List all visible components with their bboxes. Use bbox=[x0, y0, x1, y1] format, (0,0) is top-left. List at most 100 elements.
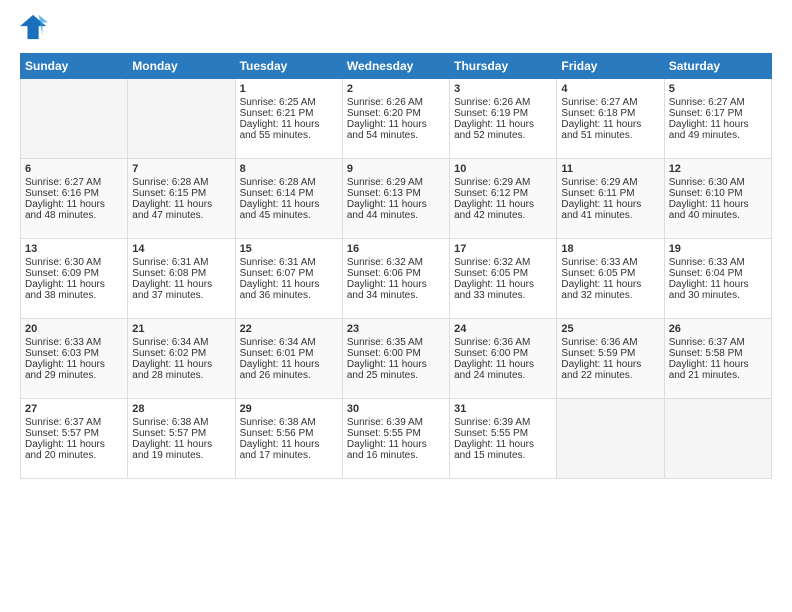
header-row: SundayMondayTuesdayWednesdayThursdayFrid… bbox=[21, 54, 772, 79]
calendar-cell: 6 Sunrise: 6:27 AMSunset: 6:16 PMDaylight… bbox=[21, 159, 128, 239]
day-info: Sunrise: 6:29 AM bbox=[347, 177, 445, 188]
day-info: Daylight: 11 hours and 22 minutes. bbox=[561, 359, 659, 381]
calendar-cell: 19Sunrise: 6:33 AMSunset: 6:04 PMDayligh… bbox=[664, 239, 771, 319]
day-number: 29 bbox=[240, 403, 338, 415]
day-info: Sunrise: 6:27 AM bbox=[25, 177, 123, 188]
day-info: Sunset: 6:16 PM bbox=[25, 188, 123, 199]
day-info: Sunset: 6:13 PM bbox=[347, 188, 445, 199]
day-info: Daylight: 11 hours and 45 minutes. bbox=[240, 199, 338, 221]
calendar-cell: 23Sunrise: 6:35 AMSunset: 6:00 PMDayligh… bbox=[342, 319, 449, 399]
day-info: Sunrise: 6:28 AM bbox=[132, 177, 230, 188]
calendar-cell: 26Sunrise: 6:37 AMSunset: 5:58 PMDayligh… bbox=[664, 319, 771, 399]
day-info: Sunset: 6:11 PM bbox=[561, 188, 659, 199]
day-info: Sunset: 6:12 PM bbox=[454, 188, 552, 199]
calendar-cell: 11Sunrise: 6:29 AMSunset: 6:11 PMDayligh… bbox=[557, 159, 664, 239]
week-row-1: 1Sunrise: 6:25 AMSunset: 6:21 PMDaylight… bbox=[21, 79, 772, 159]
day-info: Daylight: 11 hours and 42 minutes. bbox=[454, 199, 552, 221]
day-info: Sunrise: 6:37 AM bbox=[669, 337, 767, 348]
day-info: Sunset: 6:21 PM bbox=[240, 108, 338, 119]
day-number: 19 bbox=[669, 243, 767, 255]
week-row-5: 27Sunrise: 6:37 AMSunset: 5:57 PMDayligh… bbox=[21, 399, 772, 479]
day-info: Sunset: 6:00 PM bbox=[347, 348, 445, 359]
day-info: Daylight: 11 hours and 38 minutes. bbox=[25, 279, 123, 301]
day-info: Sunrise: 6:29 AM bbox=[454, 177, 552, 188]
day-info: Daylight: 11 hours and 21 minutes. bbox=[669, 359, 767, 381]
calendar-cell: 24Sunrise: 6:36 AMSunset: 6:00 PMDayligh… bbox=[450, 319, 557, 399]
day-info: Sunrise: 6:39 AM bbox=[454, 417, 552, 428]
calendar-cell: 17Sunrise: 6:32 AMSunset: 6:05 PMDayligh… bbox=[450, 239, 557, 319]
day-info: Sunrise: 6:31 AM bbox=[240, 257, 338, 268]
calendar-cell: 22Sunrise: 6:34 AMSunset: 6:01 PMDayligh… bbox=[235, 319, 342, 399]
day-info: Daylight: 11 hours and 52 minutes. bbox=[454, 119, 552, 141]
day-number: 31 bbox=[454, 403, 552, 415]
day-number: 14 bbox=[132, 243, 230, 255]
week-row-3: 13Sunrise: 6:30 AMSunset: 6:09 PMDayligh… bbox=[21, 239, 772, 319]
day-info: Sunset: 6:19 PM bbox=[454, 108, 552, 119]
day-info: Sunset: 6:20 PM bbox=[347, 108, 445, 119]
day-info: Sunset: 5:55 PM bbox=[454, 428, 552, 439]
calendar-cell: 29Sunrise: 6:38 AMSunset: 5:56 PMDayligh… bbox=[235, 399, 342, 479]
calendar-cell: 13 Sunrise: 6:30 AMSunset: 6:09 PMDayligh… bbox=[21, 239, 128, 319]
day-number: 8 bbox=[240, 163, 338, 175]
day-number: 20 bbox=[25, 323, 123, 335]
day-header-saturday: Saturday bbox=[664, 54, 771, 79]
day-number: 13 bbox=[25, 243, 123, 255]
day-info: Daylight: 11 hours and 48 minutes. bbox=[25, 199, 123, 221]
day-info: Sunset: 6:10 PM bbox=[669, 188, 767, 199]
day-number: 22 bbox=[240, 323, 338, 335]
calendar-cell: 5Sunrise: 6:27 AMSunset: 6:17 PMDaylight… bbox=[664, 79, 771, 159]
day-info: Sunrise: 6:33 AM bbox=[669, 257, 767, 268]
day-info: Sunrise: 6:32 AM bbox=[347, 257, 445, 268]
day-number: 6 bbox=[25, 163, 123, 175]
day-info: Sunrise: 6:39 AM bbox=[347, 417, 445, 428]
day-info: Sunrise: 6:33 AM bbox=[561, 257, 659, 268]
day-info: Daylight: 11 hours and 15 minutes. bbox=[454, 439, 552, 461]
calendar-cell: 18Sunrise: 6:33 AMSunset: 6:05 PMDayligh… bbox=[557, 239, 664, 319]
day-info: Sunrise: 6:36 AM bbox=[561, 337, 659, 348]
day-info: Sunset: 6:02 PM bbox=[132, 348, 230, 359]
day-info: Daylight: 11 hours and 20 minutes. bbox=[25, 439, 123, 461]
day-number: 4 bbox=[561, 83, 659, 95]
day-info: Daylight: 11 hours and 16 minutes. bbox=[347, 439, 445, 461]
day-info: Daylight: 11 hours and 40 minutes. bbox=[669, 199, 767, 221]
day-info: Sunrise: 6:29 AM bbox=[561, 177, 659, 188]
day-info: Daylight: 11 hours and 30 minutes. bbox=[669, 279, 767, 301]
day-info: Sunset: 5:57 PM bbox=[132, 428, 230, 439]
day-number: 25 bbox=[561, 323, 659, 335]
calendar-cell: 14Sunrise: 6:31 AMSunset: 6:08 PMDayligh… bbox=[128, 239, 235, 319]
day-info: Daylight: 11 hours and 29 minutes. bbox=[25, 359, 123, 381]
day-info: Sunrise: 6:30 AM bbox=[669, 177, 767, 188]
calendar-cell: 7Sunrise: 6:28 AMSunset: 6:15 PMDaylight… bbox=[128, 159, 235, 239]
day-number: 17 bbox=[454, 243, 552, 255]
day-number: 21 bbox=[132, 323, 230, 335]
day-info: Sunrise: 6:28 AM bbox=[240, 177, 338, 188]
day-number: 26 bbox=[669, 323, 767, 335]
day-info: Daylight: 11 hours and 19 minutes. bbox=[132, 439, 230, 461]
day-info: Sunset: 5:55 PM bbox=[347, 428, 445, 439]
day-info: Sunrise: 6:37 AM bbox=[25, 417, 123, 428]
day-info: Daylight: 11 hours and 24 minutes. bbox=[454, 359, 552, 381]
day-info: Sunrise: 6:30 AM bbox=[25, 257, 123, 268]
calendar-table: SundayMondayTuesdayWednesdayThursdayFrid… bbox=[20, 53, 772, 479]
day-number: 1 bbox=[240, 83, 338, 95]
day-number: 28 bbox=[132, 403, 230, 415]
day-info: Daylight: 11 hours and 32 minutes. bbox=[561, 279, 659, 301]
day-info: Sunset: 6:01 PM bbox=[240, 348, 338, 359]
day-number: 10 bbox=[454, 163, 552, 175]
day-number: 5 bbox=[669, 83, 767, 95]
day-info: Sunrise: 6:34 AM bbox=[240, 337, 338, 348]
day-info: Sunset: 6:09 PM bbox=[25, 268, 123, 279]
day-info: Sunrise: 6:31 AM bbox=[132, 257, 230, 268]
day-info: Sunset: 6:03 PM bbox=[25, 348, 123, 359]
day-info: Daylight: 11 hours and 17 minutes. bbox=[240, 439, 338, 461]
calendar-cell: 25Sunrise: 6:36 AMSunset: 5:59 PMDayligh… bbox=[557, 319, 664, 399]
calendar-cell: 12Sunrise: 6:30 AMSunset: 6:10 PMDayligh… bbox=[664, 159, 771, 239]
day-info: Sunset: 6:00 PM bbox=[454, 348, 552, 359]
day-number: 9 bbox=[347, 163, 445, 175]
day-number: 3 bbox=[454, 83, 552, 95]
week-row-4: 20Sunrise: 6:33 AMSunset: 6:03 PMDayligh… bbox=[21, 319, 772, 399]
day-info: Sunset: 6:05 PM bbox=[454, 268, 552, 279]
day-info: Daylight: 11 hours and 49 minutes. bbox=[669, 119, 767, 141]
day-info: Sunrise: 6:32 AM bbox=[454, 257, 552, 268]
day-info: Daylight: 11 hours and 54 minutes. bbox=[347, 119, 445, 141]
